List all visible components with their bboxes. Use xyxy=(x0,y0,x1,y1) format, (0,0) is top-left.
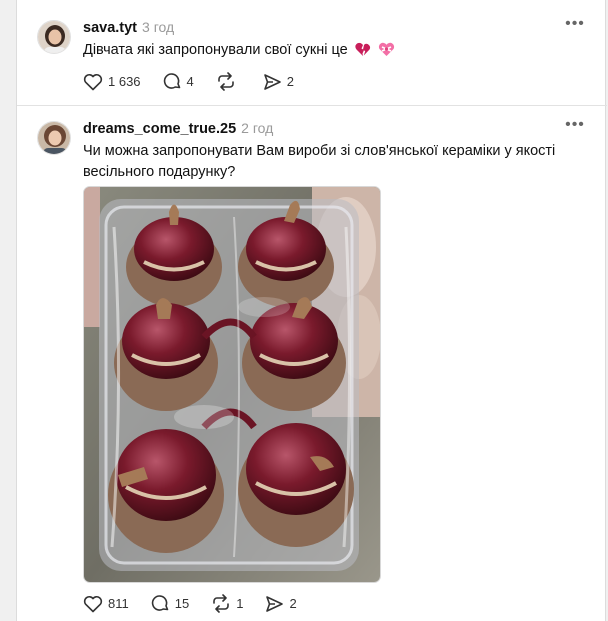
share-button[interactable]: 2 xyxy=(263,73,294,91)
ribbon-heart-icon xyxy=(378,42,395,64)
share-count: 2 xyxy=(286,74,295,89)
like-count: 811 xyxy=(108,596,129,611)
send-icon xyxy=(266,595,284,612)
post-header: sava.tyt 3 год xyxy=(83,19,174,36)
post-text: Дівчата які запропонували свої сукні це xyxy=(83,40,583,64)
heart-icon xyxy=(83,73,103,90)
broken-heart-icon xyxy=(355,42,371,64)
comment-icon xyxy=(163,73,180,89)
share-count: 2 xyxy=(289,596,297,611)
repost-icon xyxy=(217,72,234,91)
send-icon xyxy=(263,73,281,90)
like-button[interactable]: 1 636 xyxy=(83,73,141,91)
post: dreams_come_true.25 2 год ••• Чи можна за… xyxy=(17,106,607,621)
post-text: Чи можна запропонувати Вам вироби зі сло… xyxy=(83,143,556,180)
avatar[interactable] xyxy=(37,20,71,54)
repost-icon xyxy=(213,594,230,613)
post-header: dreams_come_true.25 2 год xyxy=(83,120,273,137)
post-time: 2 год xyxy=(241,120,274,136)
more-options-icon[interactable]: ••• xyxy=(565,16,585,36)
avatar[interactable] xyxy=(37,121,71,155)
reply-button[interactable]: 4 xyxy=(163,72,194,91)
comment-icon xyxy=(151,595,169,611)
repost-button[interactable] xyxy=(216,72,241,91)
repost-count: 1 xyxy=(236,596,244,611)
ceramic-pots-photo xyxy=(84,187,380,582)
username[interactable]: dreams_come_true.25 xyxy=(83,121,236,137)
post-text-content: Дівчата які запропонували свої сукні це xyxy=(83,42,348,58)
like-button[interactable]: 811 xyxy=(83,595,129,613)
feed-panel: sava.tyt 3 год ••• Дівчата які запропонув… xyxy=(16,0,607,621)
post-actions: 811 15 1 2 xyxy=(83,594,319,613)
reply-count: 15 xyxy=(174,596,190,611)
reply-button[interactable]: 15 xyxy=(151,594,189,613)
post: sava.tyt 3 год ••• Дівчата які запропонув… xyxy=(17,0,607,106)
post-image[interactable] xyxy=(83,186,381,583)
post-actions: 1 636 4 2 xyxy=(83,72,316,91)
share-button[interactable]: 2 xyxy=(265,595,297,613)
repost-button[interactable]: 1 xyxy=(211,594,243,613)
like-count: 1 636 xyxy=(108,74,141,89)
username[interactable]: sava.tyt xyxy=(83,20,137,36)
post-time: 3 год xyxy=(142,19,175,35)
reply-count: 4 xyxy=(186,74,194,89)
heart-icon xyxy=(83,595,103,612)
more-options-icon[interactable]: ••• xyxy=(565,117,585,137)
